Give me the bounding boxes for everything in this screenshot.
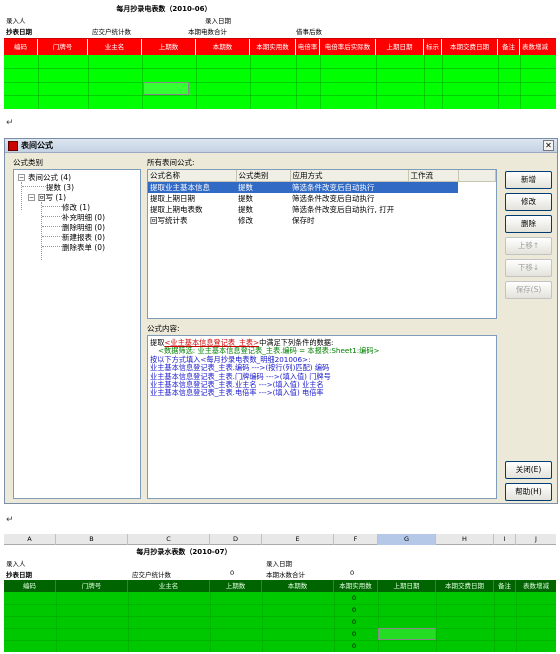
list-col-header[interactable]: 公式名称 (148, 170, 237, 182)
entry-person-label: 录入人 (6, 560, 26, 568)
household-count-value: 0 (230, 569, 235, 577)
col-header[interactable]: 电倍率 (296, 39, 320, 55)
sheet-data-area[interactable] (4, 55, 556, 109)
col-header[interactable]: 表数增减 (516, 580, 556, 592)
formula-dialog: 表间公式 ✕ 公式类别 所有表间公式: − 表间公式 (4) 提数 (3) − … (4, 138, 558, 504)
column-letter[interactable]: F (334, 534, 378, 545)
mapping-line: 业主基本信息登记表_主表.电倍率 --->(填入值) 电倍率 (150, 388, 324, 398)
dialog-title: 表间公式 (21, 141, 53, 150)
water-total-label: 本期水数合计 (266, 571, 305, 579)
column-letter[interactable]: I (494, 534, 516, 545)
household-count-label: 应交户统计数 (132, 571, 171, 579)
cell-value[interactable]: 0 (352, 630, 356, 638)
list-col-header[interactable]: 工作流 (408, 170, 459, 182)
entry-person-label: 录入人 (6, 17, 26, 25)
dialog-titlebar[interactable]: 表间公式 ✕ (5, 139, 557, 153)
collapse-icon[interactable]: − (28, 194, 35, 201)
col-header[interactable]: 编码 (4, 39, 38, 55)
col-header[interactable]: 本期数 (262, 580, 334, 592)
move-down-button[interactable]: 下移↓ (505, 259, 552, 277)
column-letters: A B C D E F G H I J (4, 534, 556, 545)
edit-button[interactable]: 修改 (505, 193, 552, 211)
formula-content-label: 公式内容: (147, 324, 180, 333)
reading-date-label: 抄表日期 (6, 28, 32, 36)
paragraph-mark: ↵ (6, 515, 14, 525)
entry-date-label: 录入日期 (266, 560, 292, 568)
col-header[interactable]: 门牌号 (38, 39, 88, 55)
close-button[interactable]: 关闭(E) (505, 461, 552, 479)
paragraph-mark: ↵ (6, 118, 14, 128)
col-header[interactable]: 上期日期 (378, 580, 436, 592)
formula-list[interactable]: 公式名称 公式类别 应用方式 工作流 提取业主基本信息 提数 筛选条件改变后自动… (147, 169, 497, 319)
col-header[interactable]: 备注 (498, 39, 520, 55)
close-icon[interactable]: ✕ (543, 140, 554, 151)
col-header[interactable]: 编码 (4, 580, 56, 592)
column-letter[interactable]: C (128, 534, 210, 545)
col-header[interactable]: 上期数 (142, 39, 196, 55)
column-letter[interactable]: E (262, 534, 334, 545)
cell-value[interactable]: 0 (352, 606, 356, 614)
after-count-label: 借事后数 (296, 28, 322, 36)
water-total-value: 0 (350, 569, 355, 577)
column-letter[interactable]: J (516, 534, 556, 545)
column-letter[interactable]: D (210, 534, 262, 545)
col-header[interactable]: 业主名 (88, 39, 142, 55)
app-icon (8, 141, 18, 151)
sheet-title: 每月抄录水表数（2010-07） (136, 548, 232, 556)
cell-value[interactable]: 0 (352, 594, 356, 602)
top-spreadsheet: 每月抄录电表数（2010-06） 录入人 录入日期 抄表日期 应交户统计数 本期… (4, 4, 556, 109)
all-formulas-label: 所有表间公式: (147, 158, 195, 167)
selected-cell[interactable] (143, 82, 189, 95)
entry-date-label: 录入日期 (205, 17, 231, 25)
reading-date-label: 抄表日期 (6, 571, 32, 579)
bottom-spreadsheet: A B C D E F G H I J 每月抄录水表数（2010-07） 录入人… (4, 534, 556, 652)
move-up-button[interactable]: 上移↑ (505, 237, 552, 255)
column-letter[interactable]: B (56, 534, 128, 545)
col-header[interactable]: 本期实用数 (250, 39, 296, 55)
list-col-header[interactable]: 应用方式 (290, 170, 409, 182)
col-header[interactable]: 本期实用数 (334, 580, 378, 592)
list-col-header[interactable]: 公式类别 (236, 170, 291, 182)
col-header[interactable]: 上期数 (210, 580, 262, 592)
sheet-data-area[interactable]: 0 0 0 0 0 (4, 592, 556, 652)
column-letter[interactable]: H (436, 534, 494, 545)
list-row[interactable]: 提取上期日期 提数 筛选条件改变后自动执行 (148, 193, 496, 204)
list-row[interactable]: 提取业主基本信息 提数 筛选条件改变后自动执行 (148, 181, 496, 193)
category-tree[interactable]: − 表间公式 (4) 提数 (3) − 回写 (1) 修改 (1) 补充明细 (… (13, 169, 141, 499)
col-header[interactable]: 电倍率后实际数 (320, 39, 376, 55)
col-header[interactable]: 本期交费日期 (436, 580, 494, 592)
col-header[interactable]: 本期交费日期 (442, 39, 498, 55)
col-header[interactable]: 上期日期 (376, 39, 424, 55)
household-count-label: 应交户统计数 (92, 28, 131, 36)
col-header[interactable]: 备注 (494, 580, 516, 592)
cell-value[interactable]: 0 (352, 642, 356, 650)
tree-node[interactable]: 删除表单 (0) (62, 242, 105, 253)
cell-value[interactable]: 0 (352, 618, 356, 626)
list-row[interactable]: 提取上期电表数 提数 筛选条件改变后自动执行, 打开 (148, 204, 496, 215)
new-button[interactable]: 新增 (505, 171, 552, 189)
column-letter[interactable]: G (378, 534, 436, 545)
col-header[interactable]: 表数增减 (520, 39, 550, 55)
col-header[interactable]: 门牌号 (56, 580, 128, 592)
col-header[interactable]: 业主名 (128, 580, 210, 592)
category-group-label: 公式类别 (13, 158, 43, 167)
selected-cell[interactable] (378, 628, 436, 640)
help-button[interactable]: 帮助(H) (505, 483, 552, 501)
column-letter[interactable]: A (4, 534, 56, 545)
power-total-label: 本期电数合计 (188, 28, 227, 36)
sheet-header-row: 编码 门牌号 业主名 上期数 本期数 本期实用数 上期日期 本期交费日期 备注 … (4, 580, 556, 592)
delete-button[interactable]: 删除 (505, 215, 552, 233)
col-header[interactable]: 本期数 (196, 39, 250, 55)
sheet-title: 每月抄录电表数（2010-06） (116, 5, 212, 13)
collapse-icon[interactable]: − (18, 174, 25, 181)
col-header[interactable]: 标示 (424, 39, 442, 55)
save-button[interactable]: 保存(S) (505, 281, 552, 299)
sheet-header-row: 编码 门牌号 业主名 上期数 本期数 本期实用数 电倍率 电倍率后实际数 上期日… (4, 38, 556, 55)
list-row[interactable]: 回写统计表 修改 保存时 (148, 215, 496, 226)
formula-content[interactable]: 提取<业主基本信息登记表_主表>中满足下列条件的数据: <数据筛选: 业主基本信… (147, 335, 497, 499)
